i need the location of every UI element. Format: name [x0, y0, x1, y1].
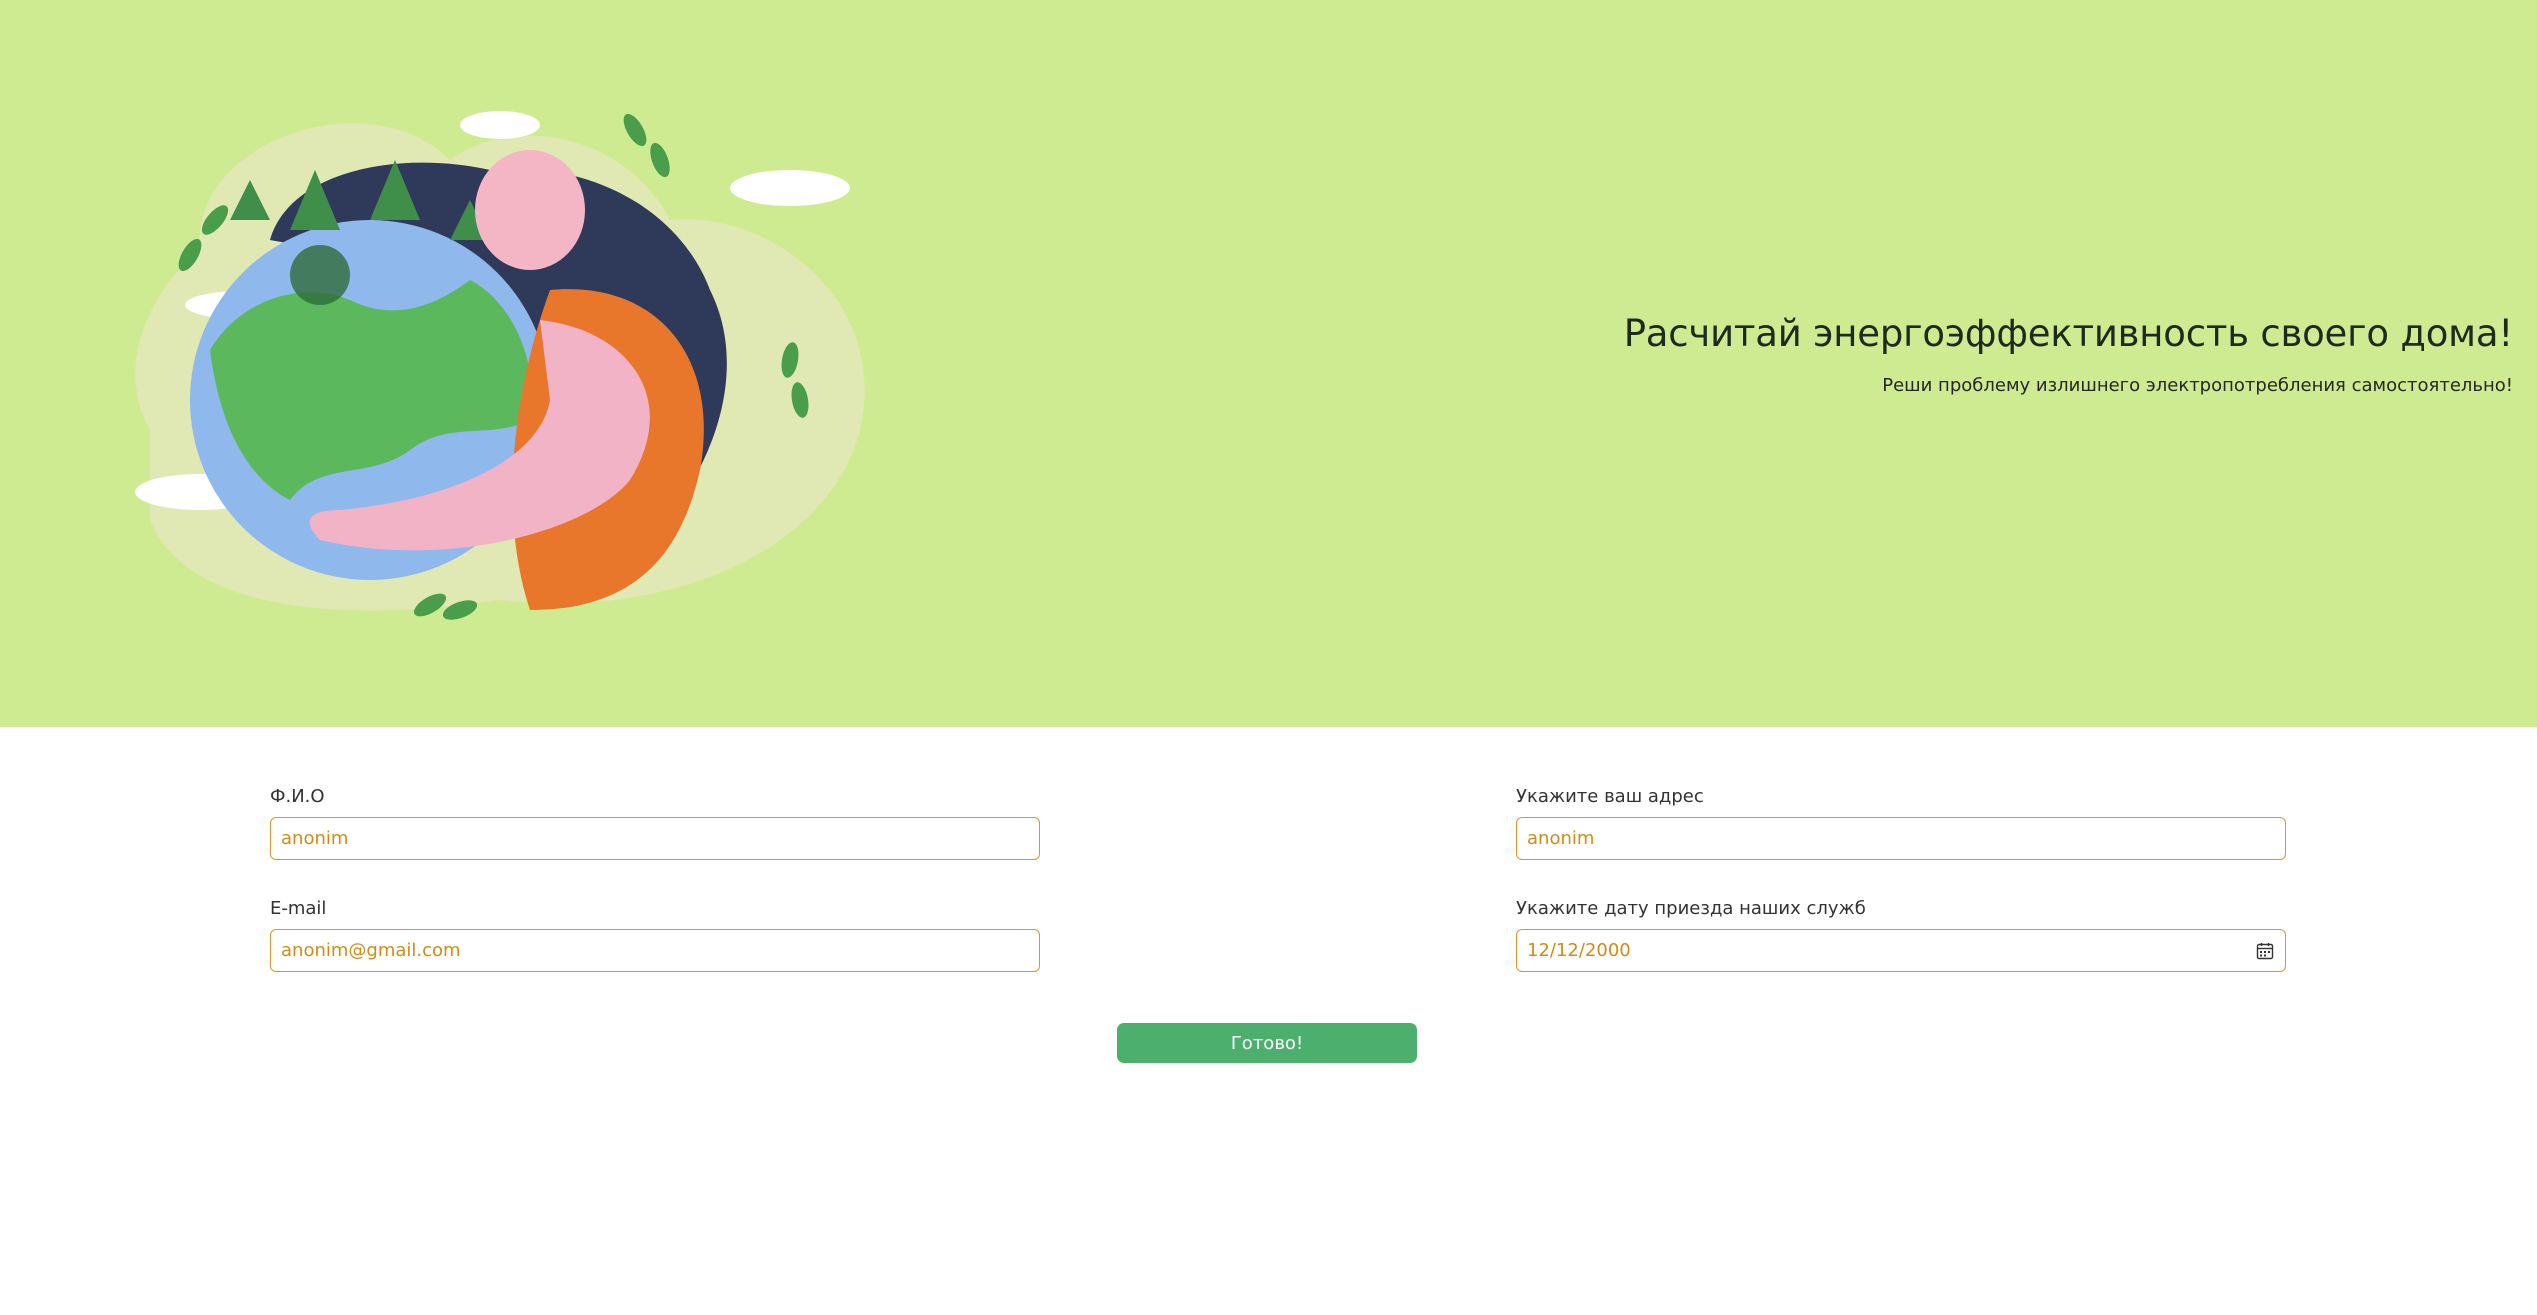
date-field: Укажите дату приезда наших служб 12/12/2… — [1516, 898, 2286, 972]
hero-subtitle: Реши проблему излишнего электропотреблен… — [1882, 375, 2513, 396]
address-input[interactable]: anonim — [1516, 817, 2286, 860]
email-input[interactable]: anonim@gmail.com — [270, 929, 1040, 972]
address-field: Укажите ваш адрес anonim — [1516, 786, 2286, 860]
hero-text: Расчитай энергоэффективность своего дома… — [1623, 312, 2514, 396]
earth-hug-illustration — [135, 111, 865, 620]
hero-title: Расчитай энергоэффективность своего дома… — [1623, 312, 2514, 355]
date-value: 12/12/2000 — [1527, 940, 1631, 961]
fio-value: anonim — [281, 828, 349, 849]
date-input[interactable]: 12/12/2000 — [1516, 929, 2286, 972]
fio-label: Ф.И.О — [270, 786, 325, 807]
email-field: E-mail anonim@gmail.com — [270, 898, 1040, 972]
date-label: Укажите дату приезда наших служб — [1516, 898, 1866, 919]
email-label: E-mail — [270, 898, 327, 919]
address-label: Укажите ваш адрес — [1516, 786, 1704, 807]
address-value: anonim — [1527, 828, 1595, 849]
email-value: anonim@gmail.com — [281, 940, 461, 961]
hero-banner: Расчитай энергоэффективность своего дома… — [0, 0, 2537, 727]
calendar-icon[interactable] — [2255, 941, 2275, 961]
fio-input[interactable]: anonim — [270, 817, 1040, 860]
fio-field: Ф.И.О anonim — [270, 786, 1040, 860]
submit-button[interactable]: Готово! — [1117, 1023, 1417, 1063]
